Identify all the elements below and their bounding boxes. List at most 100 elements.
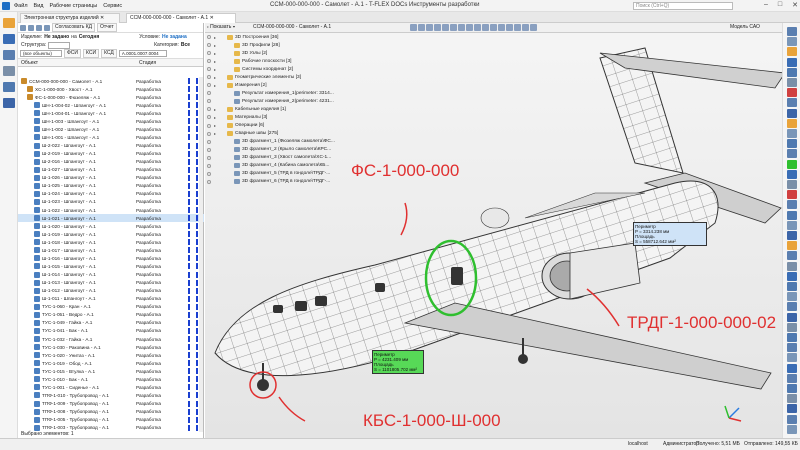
tool-icon[interactable] [787,333,797,342]
table-row[interactable]: Ш-1-016 - Шпангоут - A.1 Разработка [18,254,204,262]
light-icon[interactable] [514,24,521,31]
measure-label-2[interactable]: Периметр P = 4231.409 мм Площадь S = 110… [372,350,424,374]
version-search-input[interactable]: A.0001.0007.0004 [118,50,167,57]
tool-icon[interactable] [787,190,797,200]
tool-icon[interactable] [787,27,797,36]
table-row[interactable]: ТУС-1-019 - Обод - A.1 Разработка [18,359,204,367]
menu-file[interactable]: Файл [14,3,28,9]
tool-icon[interactable] [787,353,797,363]
tool-icon[interactable] [787,47,797,57]
tool-icon[interactable] [787,57,797,67]
refresh-icon[interactable] [44,24,50,31]
tool-icon[interactable] [787,271,797,281]
hierarchy-icon[interactable] [3,66,15,76]
tool-icon[interactable] [787,88,797,98]
tool-icon[interactable] [787,169,797,179]
section-icon[interactable] [466,24,473,31]
view-front-icon[interactable] [410,24,417,31]
mail-icon[interactable] [3,18,15,28]
table-row[interactable]: ТУС-1-030 - Раковина - A.1 Разработка [18,343,204,351]
table-row[interactable]: Ш-1-027 - Шпангоут - A.1 Разработка [18,166,204,174]
table-row[interactable]: ТУС-1-051 - Ведро - A.1 Разработка [18,311,204,319]
table-row[interactable]: ТПФ-1-008 - Трубопровод - A.1 Разработка [18,408,204,416]
rotate-icon[interactable] [458,24,465,31]
tool-icon[interactable] [787,98,797,108]
col-stage[interactable]: Стадия [136,59,156,66]
table-row[interactable]: ШН-1-004-02 - Шпангоут - A.1 Разработка [18,101,204,109]
hide-icon[interactable] [490,24,497,31]
users-icon[interactable] [3,50,15,60]
table-row[interactable]: Ш-1-024 - Шпангоут - A.1 Разработка [18,190,204,198]
objects-select[interactable]: (все объекты) [20,50,62,57]
table-row[interactable]: ШН-1-004-01 - Шпангоут - A.1 Разработка [18,109,204,117]
pan-icon[interactable] [450,24,457,31]
settings-icon[interactable] [530,24,537,31]
table-row[interactable]: Ш-1-023 - Шпангоут - A.1 Разработка [18,198,204,206]
product-date[interactable]: Сегодня [79,34,100,40]
table-row[interactable]: Ш-2-016 - Шпангоут - A.1 Разработка [18,158,204,166]
menu-view[interactable]: Вид [34,3,44,9]
tool-icon[interactable] [787,282,797,291]
measure-icon[interactable] [498,24,505,31]
tool-icon[interactable] [787,261,797,271]
table-row[interactable]: CCM-000-000-000 - Самолет - A.1 Разработк… [18,77,204,85]
filter-icon[interactable] [36,24,42,31]
table-row[interactable]: ТУС-1-060 - Кран - A.1 Разработка [18,303,204,311]
ksi-button[interactable]: КСИ [83,49,100,58]
table-row[interactable]: Ш-1-015 - Шпангоут - A.1 Разработка [18,262,204,270]
table-row[interactable]: Ш-1-021 - Шпангоут - A.1 Разработка [18,214,204,223]
table-row[interactable]: ТПФ-1-009 - Трубопровод - A.1 Разработка [18,400,204,408]
measure-label-1[interactable]: Периметр P = 3314.238 мм Площадь S = 558… [633,222,707,246]
sync-kd-button[interactable]: Согласовать КД [52,23,95,32]
tool-icon[interactable] [787,322,797,332]
tool-icon[interactable] [787,251,797,261]
tool-icon[interactable] [787,384,797,393]
table-row[interactable]: ТУС-1-015 - Втулка - A.1 Разработка [18,367,204,375]
tool-icon[interactable] [787,373,797,383]
structure-icon[interactable] [3,34,15,44]
table-row[interactable]: Ш-1-020 - Шпангоут - A.1 Разработка [18,222,204,230]
condition-value[interactable]: Не задана [162,34,187,40]
wireframe-icon[interactable] [482,24,489,31]
table-row[interactable]: ТУС-1-010 - Бак - A.1 Разработка [18,375,204,383]
render-icon[interactable] [506,24,513,31]
tool-icon[interactable] [787,343,797,353]
table-row[interactable]: ШН-1-002 - Шпангоут - A.1 Разработка [18,125,204,133]
tool-icon[interactable] [787,241,797,251]
tool-icon[interactable] [787,108,797,118]
table-row[interactable]: ТУС-1-032 - Гайка - A.1 Разработка [18,335,204,343]
tool-icon[interactable] [787,424,797,434]
tool-icon[interactable] [787,292,797,302]
tool-icon[interactable] [787,180,797,189]
tool-icon[interactable] [787,78,797,87]
zoom-icon[interactable] [442,24,449,31]
table-row[interactable]: Ш-1-022 - Шпангоут - A.1 Разработка [18,206,204,214]
camera-icon[interactable] [522,24,529,31]
table-row[interactable]: ТУС-1-001 - Сиденье - A.1 Разработка [18,383,204,391]
view-left-icon[interactable] [426,24,433,31]
show-dropdown[interactable]: Показать [210,24,231,30]
minimize-icon[interactable]: – [764,1,768,9]
tool-icon[interactable] [787,302,797,312]
table-row[interactable]: ТУС-1-041 - Бак - A.1 Разработка [18,327,204,335]
tool-icon[interactable] [787,118,797,128]
tool-icon[interactable] [787,129,797,138]
table-row[interactable]: ШН-1-003 - Шпангоут - A.1 Разработка [18,117,204,125]
table-row[interactable]: Ш-1-019 - Шпангоут - A.1 Разработка [18,230,204,238]
table-row[interactable]: Ш-1-025 - Шпангоут - A.1 Разработка [18,182,204,190]
table-row[interactable]: Ш-1-011 - Шпангоут - A.1 Разработка [18,295,204,303]
col-object[interactable]: Объект [18,59,136,66]
tool-icon[interactable] [787,200,797,210]
search-input[interactable]: Поиск (Ctrl+Q) [633,2,733,10]
tool-icon[interactable] [787,37,797,47]
table-row[interactable]: Ш-1-026 - Шпангоут - A.1 Разработка [18,174,204,182]
table-row[interactable]: XC-1-000-000 - Хвост - A.1 Разработка [18,85,204,93]
menu-workpages[interactable]: Рабочие страницы [49,3,97,9]
table-row[interactable]: Ш-2-022 - Шпангоут - A.1 Разработка [18,142,204,150]
tool-icon[interactable] [787,231,797,240]
category-value[interactable]: Все [181,42,190,48]
table-row[interactable]: Ш-1-013 - Шпангоут - A.1 Разработка [18,279,204,287]
table-row[interactable]: Ш-1-014 - Шпангоут - A.1 Разработка [18,271,204,279]
view-top-icon[interactable] [418,24,425,31]
product-value[interactable]: Не задано [44,34,69,40]
